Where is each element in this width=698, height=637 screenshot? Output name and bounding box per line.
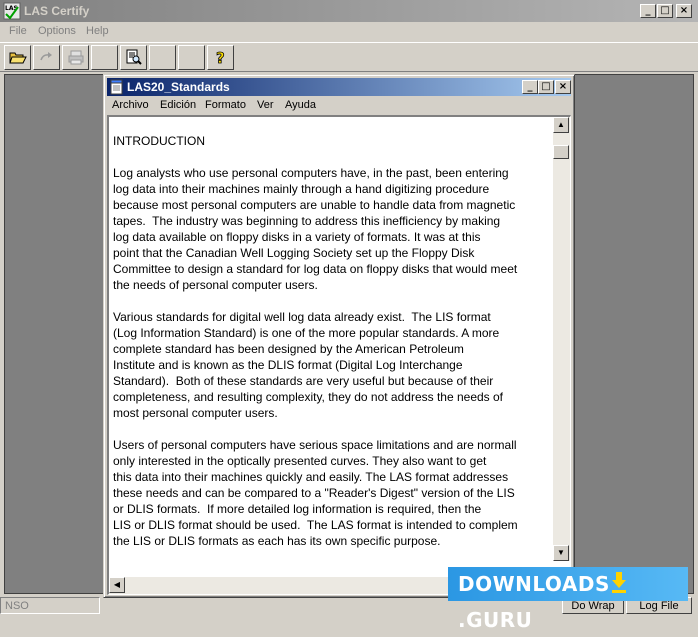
redo-button[interactable] (33, 45, 60, 70)
document-title-bar[interactable]: LAS20_Standards _ □ × (107, 78, 571, 96)
document-menu-bar: Archivo Edición Formato Ver Ayuda (107, 97, 571, 115)
main-close-button[interactable]: × (676, 4, 692, 18)
watermark-suffix: .GURU (458, 607, 533, 632)
status-text: NSO (0, 597, 100, 614)
scroll-left-button[interactable]: ◀ (109, 577, 125, 593)
main-toolbar: ? (0, 42, 698, 72)
toolbar-blank-button-3[interactable] (178, 45, 205, 70)
open-button[interactable] (4, 45, 31, 70)
main-title-bar: LAS LAS Certify _ □ × (0, 0, 698, 22)
vertical-scroll-thumb[interactable] (553, 145, 569, 159)
scroll-down-button[interactable]: ▼ (553, 545, 569, 561)
text-editor-area[interactable]: INTRODUCTION Log analysts who use person… (107, 115, 571, 595)
toolbar-blank-button-2[interactable] (149, 45, 176, 70)
menu-options[interactable]: Options (38, 25, 76, 37)
menu-edicion[interactable]: Edición (160, 99, 196, 111)
menu-ayuda[interactable]: Ayuda (285, 99, 316, 111)
downloads-guru-watermark: DOWNLOADS .GURU (448, 567, 688, 632)
main-window-title: LAS Certify (24, 4, 90, 18)
main-maximize-button[interactable]: □ (657, 4, 673, 18)
help-button[interactable]: ? (207, 45, 234, 70)
menu-archivo[interactable]: Archivo (112, 99, 149, 111)
menu-file[interactable]: File (9, 25, 27, 37)
document-close-button[interactable]: × (555, 80, 571, 94)
notepad-icon (109, 79, 125, 98)
watermark-prefix: DOWNLOADS (458, 572, 610, 596)
menu-ver[interactable]: Ver (257, 99, 274, 111)
document-minimize-button[interactable]: _ (522, 80, 538, 94)
svg-text:?: ? (216, 49, 225, 65)
main-menu-bar: File Options Help (0, 22, 698, 42)
las-certify-app-icon: LAS (3, 2, 21, 20)
document-maximize-button[interactable]: □ (538, 80, 554, 94)
print-preview-button[interactable] (120, 45, 147, 70)
toolbar-blank-button-1[interactable] (91, 45, 118, 70)
menu-help[interactable]: Help (86, 25, 109, 37)
document-window[interactable]: LAS20_Standards _ □ × Archivo Edición Fo… (103, 74, 575, 598)
vertical-scrollbar[interactable]: ▲ ▼ (553, 117, 570, 561)
menu-formato[interactable]: Formato (205, 99, 246, 111)
document-text[interactable]: INTRODUCTION Log analysts who use person… (113, 133, 553, 577)
download-arrow-icon (611, 569, 627, 603)
document-window-title: LAS20_Standards (127, 80, 230, 94)
main-minimize-button[interactable]: _ (640, 4, 656, 18)
scroll-up-button[interactable]: ▲ (553, 117, 569, 133)
print-button[interactable] (62, 45, 89, 70)
